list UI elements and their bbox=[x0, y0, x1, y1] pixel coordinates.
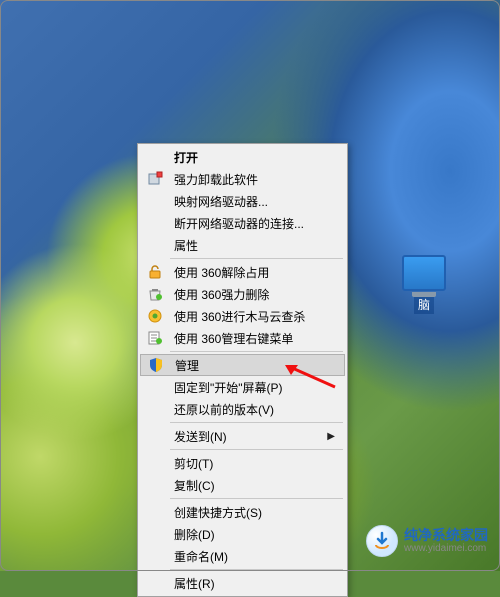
separator bbox=[170, 351, 343, 352]
menu-pin-start[interactable]: 固定到"开始"屏幕(P) bbox=[140, 376, 345, 398]
context-menu: 打开 强力卸载此软件 映射网络驱动器... 断开网络驱动器的连接... 属性 使… bbox=[137, 143, 348, 597]
blank-icon bbox=[144, 547, 166, 565]
360-menu-icon bbox=[144, 329, 166, 347]
separator bbox=[170, 498, 343, 499]
menu-cut[interactable]: 剪切(T) bbox=[140, 452, 345, 474]
separator bbox=[170, 449, 343, 450]
watermark-title: 纯净系统家园 bbox=[404, 527, 488, 544]
separator bbox=[170, 258, 343, 259]
watermark-url: www.yidaimei.com bbox=[404, 543, 488, 555]
360-unlock-icon bbox=[144, 263, 166, 281]
desktop-icon-label: 脑 bbox=[414, 295, 434, 314]
menu-disconnect-drive[interactable]: 断开网络驱动器的连接... bbox=[140, 212, 345, 234]
blank-icon bbox=[144, 400, 166, 418]
menu-properties-1[interactable]: 属性 bbox=[140, 234, 345, 256]
menu-send-to[interactable]: 发送到(N) ▶ bbox=[140, 425, 345, 447]
blank-icon bbox=[144, 525, 166, 543]
360-trojan-icon bbox=[144, 307, 166, 325]
uninstall-icon bbox=[144, 170, 166, 188]
menu-create-shortcut[interactable]: 创建快捷方式(S) bbox=[140, 501, 345, 523]
watermark-logo-icon bbox=[366, 525, 398, 557]
menu-copy[interactable]: 复制(C) bbox=[140, 474, 345, 496]
menu-properties-2[interactable]: 属性(R) bbox=[140, 572, 345, 594]
pc-icon bbox=[402, 255, 446, 291]
menu-map-drive[interactable]: 映射网络驱动器... bbox=[140, 190, 345, 212]
separator bbox=[170, 422, 343, 423]
360-delete-icon bbox=[144, 285, 166, 303]
blank-icon bbox=[144, 427, 166, 445]
watermark: 纯净系统家园 www.yidaimei.com bbox=[366, 525, 488, 557]
blank-icon bbox=[144, 574, 166, 592]
shield-icon bbox=[145, 356, 167, 374]
menu-360-delete[interactable]: 使用 360强力删除 bbox=[140, 283, 345, 305]
blank-icon bbox=[144, 236, 166, 254]
blank-icon bbox=[144, 378, 166, 396]
desktop-icon-this-pc[interactable]: 脑 bbox=[396, 255, 452, 314]
menu-360-trojan[interactable]: 使用 360进行木马云查杀 bbox=[140, 305, 345, 327]
menu-360-unlock[interactable]: 使用 360解除占用 bbox=[140, 261, 345, 283]
menu-manage[interactable]: 管理 bbox=[140, 354, 345, 376]
blank-icon bbox=[144, 503, 166, 521]
blank-icon bbox=[144, 148, 166, 166]
menu-rename[interactable]: 重命名(M) bbox=[140, 545, 345, 567]
blank-icon bbox=[144, 476, 166, 494]
blank-icon bbox=[144, 214, 166, 232]
submenu-arrow-icon: ▶ bbox=[327, 431, 335, 442]
menu-delete[interactable]: 删除(D) bbox=[140, 523, 345, 545]
menu-360-rclick[interactable]: 使用 360管理右键菜单 bbox=[140, 327, 345, 349]
blank-icon bbox=[144, 454, 166, 472]
menu-open[interactable]: 打开 bbox=[140, 146, 345, 168]
menu-uninstall[interactable]: 强力卸载此软件 bbox=[140, 168, 345, 190]
separator bbox=[170, 569, 343, 570]
blank-icon bbox=[144, 192, 166, 210]
menu-restore-version[interactable]: 还原以前的版本(V) bbox=[140, 398, 345, 420]
